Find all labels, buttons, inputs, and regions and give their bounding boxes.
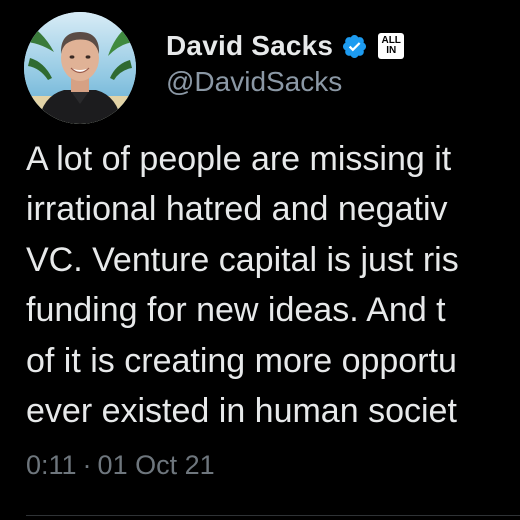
divider <box>26 515 520 516</box>
meta-separator: · <box>82 450 92 480</box>
avatar-photo <box>24 12 136 124</box>
author-display-name[interactable]: David Sacks <box>166 30 333 62</box>
tweet-text-line: VC. Venture capital is just ris <box>26 240 459 279</box>
tweet-date: 01 Oct 21 <box>97 450 215 480</box>
tweet-text-line: of it is creating more opportu <box>26 341 457 380</box>
tweet-time: 0:11 <box>26 450 77 480</box>
tweet-text-line: irrational hatred and negativ <box>26 190 448 229</box>
tweet-text-line: funding for new ideas. And t <box>26 291 446 330</box>
tweet-text: A lot of people are missing it irrationa… <box>26 134 520 436</box>
tweet-timestamp[interactable]: 0:11 · 01 Oct 21 <box>26 450 215 481</box>
tweet: David Sacks ALL IN @DavidSacks A lot of … <box>0 0 520 520</box>
tweet-text-line: A lot of people are missing it <box>26 140 452 178</box>
tweet-text-line: ever existed in human societ <box>26 392 457 431</box>
all-in-affiliate-icon[interactable]: ALL IN <box>378 33 405 59</box>
avatar[interactable] <box>24 12 136 124</box>
verified-badge-icon[interactable] <box>341 33 368 60</box>
author-handle[interactable]: @DavidSacks <box>166 66 342 98</box>
affiliate-line2: IN <box>386 45 397 56</box>
author-name-row: David Sacks ALL IN <box>166 28 405 64</box>
